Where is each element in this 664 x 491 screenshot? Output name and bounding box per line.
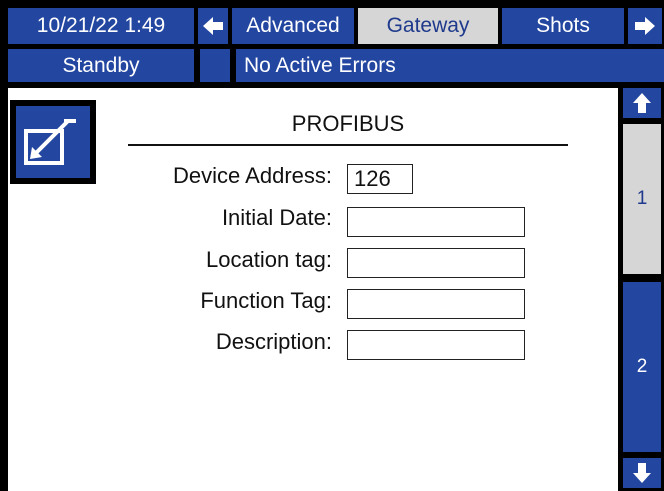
label-description: Description: — [215, 329, 332, 354]
next-tab-button[interactable] — [628, 8, 662, 44]
arrow-down-icon — [633, 463, 651, 483]
location-tag-field[interactable] — [347, 248, 525, 278]
description-field[interactable] — [347, 330, 525, 360]
function-tag-field[interactable] — [347, 289, 525, 319]
tab-shots[interactable]: Shots — [502, 8, 624, 44]
page-up-button[interactable] — [623, 88, 661, 118]
arrow-right-icon — [635, 17, 655, 35]
section-title: PROFIBUS — [291, 111, 405, 136]
label-location-tag: Location tag: — [206, 247, 332, 272]
page-2-button[interactable]: 2 — [623, 282, 661, 452]
arrow-up-icon — [633, 93, 651, 113]
label-function-tag: Function Tag: — [200, 288, 332, 313]
status-indicator — [200, 49, 230, 82]
title-underline — [128, 144, 568, 146]
status-errors: No Active Errors — [236, 49, 664, 82]
previous-tab-button[interactable] — [198, 8, 228, 44]
device-address-field[interactable]: 126 — [347, 164, 413, 194]
edit-button[interactable] — [10, 100, 96, 184]
datetime-display: 10/21/22 1:49 — [8, 8, 194, 44]
page-1-button[interactable]: 1 — [623, 124, 661, 274]
label-initial-date: Initial Date: — [221, 205, 332, 230]
edit-icon — [16, 106, 90, 178]
tab-gateway[interactable]: Gateway — [358, 8, 498, 44]
arrow-left-icon — [203, 17, 223, 35]
status-mode: Standby — [8, 49, 194, 82]
initial-date-field[interactable] — [347, 207, 525, 237]
label-device-address: Device Address: — [173, 163, 332, 188]
left-border — [0, 88, 8, 491]
tab-advanced[interactable]: Advanced — [232, 8, 354, 44]
page-down-button[interactable] — [623, 458, 661, 488]
